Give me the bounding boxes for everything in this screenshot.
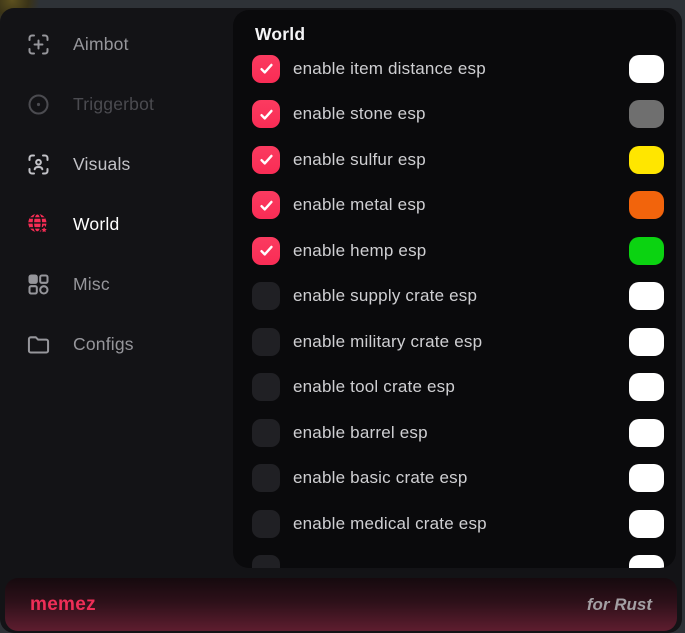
esp-checkbox-enable-basic-crate-esp[interactable] [252,464,280,492]
sidebar-item-triggerbot[interactable]: Triggerbot [0,74,233,134]
esp-row-label: enable hemp esp [293,241,629,261]
color-swatch-partial[interactable] [629,555,664,568]
esp-checkbox-enable-military-crate-esp[interactable] [252,328,280,356]
sidebar-item-label: Triggerbot [73,94,154,115]
esp-row-enable-stone-esp[interactable]: enable stone esp [233,92,676,138]
sidebar-item-configs[interactable]: Configs [0,314,233,374]
color-swatch-enable-tool-crate-esp[interactable] [629,373,664,401]
sidebar-item-label: Misc [73,274,110,295]
checkmark-icon [258,151,275,168]
sidebar-item-label: World [73,214,119,235]
esp-row-label: enable military crate esp [293,332,629,352]
color-swatch-enable-barrel-esp[interactable] [629,419,664,447]
esp-checkbox-enable-supply-crate-esp[interactable] [252,282,280,310]
esp-row-label: enable supply crate esp [293,286,629,306]
esp-row-enable-military-crate-esp[interactable]: enable military crate esp [233,319,676,365]
esp-row-label: enable tool crate esp [293,377,629,397]
esp-checkbox-enable-medical-crate-esp[interactable] [252,510,280,538]
sidebar-item-aimbot[interactable]: Aimbot [0,14,233,74]
sidebar-item-visuals[interactable]: Visuals [0,134,233,194]
globe-icon [25,211,52,238]
esp-checkbox-enable-metal-esp[interactable] [252,191,280,219]
esp-checkbox-partial[interactable] [252,555,280,568]
esp-row-label: enable item distance esp [293,59,629,79]
esp-row-label: enable stone esp [293,104,629,124]
checkmark-icon [258,60,275,77]
sidebar-item-label: Visuals [73,154,131,175]
esp-checkbox-enable-barrel-esp[interactable] [252,419,280,447]
esp-row-label: enable medical crate esp [293,514,629,534]
esp-row-enable-barrel-esp[interactable]: enable barrel esp [233,410,676,456]
color-swatch-enable-metal-esp[interactable] [629,191,664,219]
checkmark-icon [258,242,275,259]
esp-row-label: enable basic crate esp [293,468,629,488]
esp-row-label: enable barrel esp [293,423,629,443]
folder-icon [25,331,52,358]
checkmark-icon [258,106,275,123]
color-swatch-enable-item-distance-esp[interactable] [629,55,664,83]
color-swatch-enable-military-crate-esp[interactable] [629,328,664,356]
esp-row-partial[interactable] [233,547,676,569]
esp-checkbox-enable-item-distance-esp[interactable] [252,55,280,83]
world-panel: World enable item distance esp enable st… [233,10,676,568]
sidebar-item-misc[interactable]: Misc [0,254,233,314]
scan-person-icon [25,151,52,178]
checkmark-icon [258,197,275,214]
esp-checkbox-enable-hemp-esp[interactable] [252,237,280,265]
cheat-menu-window: Aimbot Triggerbot Visuals World Misc Con… [0,8,682,633]
esp-row-enable-supply-crate-esp[interactable]: enable supply crate esp [233,274,676,320]
target-icon [25,91,52,118]
esp-checkbox-enable-sulfur-esp[interactable] [252,146,280,174]
esp-row-enable-tool-crate-esp[interactable]: enable tool crate esp [233,365,676,411]
sidebar-item-label: Aimbot [73,34,129,55]
grid-icon [25,271,52,298]
esp-row-enable-item-distance-esp[interactable]: enable item distance esp [233,46,676,92]
esp-options-list: enable item distance esp enable stone es… [233,46,676,568]
sidebar-item-world[interactable]: World [0,194,233,254]
esp-row-label: enable metal esp [293,195,629,215]
brand-label: memez [30,594,96,616]
esp-checkbox-enable-tool-crate-esp[interactable] [252,373,280,401]
tagline-label: for Rust [587,595,652,615]
sidebar-item-label: Configs [73,334,134,355]
sidebar: Aimbot Triggerbot Visuals World Misc Con… [0,8,233,574]
color-swatch-enable-medical-crate-esp[interactable] [629,510,664,538]
esp-row-enable-medical-crate-esp[interactable]: enable medical crate esp [233,501,676,547]
footer-bar: memez for Rust [5,578,677,631]
color-swatch-enable-basic-crate-esp[interactable] [629,464,664,492]
esp-checkbox-enable-stone-esp[interactable] [252,100,280,128]
crosshair-icon [25,31,52,58]
esp-row-enable-basic-crate-esp[interactable]: enable basic crate esp [233,456,676,502]
esp-row-enable-metal-esp[interactable]: enable metal esp [233,183,676,229]
color-swatch-enable-sulfur-esp[interactable] [629,146,664,174]
color-swatch-enable-stone-esp[interactable] [629,100,664,128]
esp-row-enable-sulfur-esp[interactable]: enable sulfur esp [233,137,676,183]
esp-row-label: enable sulfur esp [293,150,629,170]
color-swatch-enable-hemp-esp[interactable] [629,237,664,265]
color-swatch-enable-supply-crate-esp[interactable] [629,282,664,310]
esp-row-enable-hemp-esp[interactable]: enable hemp esp [233,228,676,274]
panel-title: World [255,24,676,45]
